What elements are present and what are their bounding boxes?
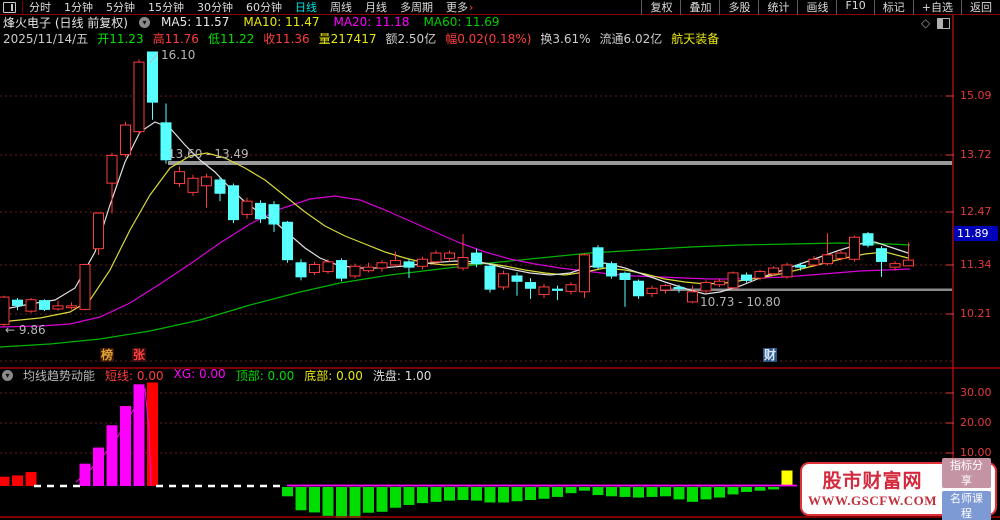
watermark-ad[interactable]: 股市财富网 WWW.GSCFW.COM 指标分享 名师课程 [800, 462, 997, 516]
nav-button-多股[interactable]: 多股 [719, 0, 758, 15]
tab-30分钟[interactable]: 30分钟 [197, 0, 233, 15]
trading-app-window: 分时1分钟5分钟15分钟30分钟60分钟日线周线月线多周期更多› 复权叠加多股统… [0, 0, 1000, 520]
candlesticks [0, 52, 914, 327]
event-marker[interactable]: 财 [763, 348, 777, 362]
quote-field: 换3.61% [540, 30, 590, 44]
indicator-name[interactable]: 均线趋势动能 [23, 367, 95, 384]
nav-button-统计[interactable]: 统计 [758, 0, 797, 15]
event-marker[interactable]: 张 [132, 348, 146, 362]
tab-15分钟[interactable]: 15分钟 [148, 0, 184, 15]
ma-line-ma5 [0, 122, 908, 310]
quote-field: 2025/11/14/五 [3, 30, 88, 44]
watermark-badges: 指标分享 名师课程 [942, 458, 991, 520]
watermark-text: 股市财富网 WWW.GSCFW.COM [808, 470, 937, 509]
quote-field: 幅0.02(0.18%) [445, 30, 531, 44]
indicator-value-label: 短线: 0.00 [105, 367, 164, 384]
quote-field: 收11.36 [263, 30, 309, 44]
stock-title: 烽火电子 (日线 前复权) [3, 14, 128, 31]
quote-field: 高11.76 [153, 30, 199, 44]
event-marker[interactable]: 榜 [100, 348, 114, 362]
ma-label: MA20: 11.18 [333, 15, 409, 29]
quote-field: 额2.50亿 [385, 30, 436, 44]
tab-多周期[interactable]: 多周期 [400, 0, 433, 15]
indicator-value-label: 洗盘: 1.00 [373, 367, 432, 384]
indicator-header: ▾ 均线趋势动能 短线: 0.00 XG: 0.00 顶部: 0.00 底部: 0.0… [2, 369, 431, 382]
nav-button-标记[interactable]: 标记 [874, 0, 913, 15]
resistance-band [168, 161, 952, 165]
quote-field: 流通6.02亿 [600, 30, 663, 44]
chart-annotation: 10.73 - 10.80 [700, 295, 781, 309]
current-price-badge: 11.89 [954, 226, 998, 241]
indicator-histogram [0, 382, 793, 518]
price-axis-label: 12.47 [960, 205, 992, 218]
ma-legend: MA5: 11.57 MA10: 11.47 MA20: 11.18 MA60: 11… [161, 15, 500, 29]
more-arrow-icon: › [469, 1, 473, 14]
nav-button-+自选[interactable]: +自选 [913, 0, 961, 15]
price-axis-label: 13.72 [960, 148, 992, 161]
ma-label: MA60: 11.69 [424, 15, 500, 29]
tab-周线[interactable]: 周线 [330, 0, 352, 15]
price-axis-label: 15.09 [960, 89, 992, 102]
price-axis-label: 11.34 [960, 258, 992, 271]
screen-layout-icon[interactable] [3, 2, 16, 13]
tab-60分钟[interactable]: 60分钟 [246, 0, 282, 15]
indicator-values: 短线: 0.00 XG: 0.00 顶部: 0.00 底部: 0.00 洗盘: 1.00 [105, 367, 431, 384]
nav-button-复权[interactable]: 复权 [641, 0, 680, 15]
indicator-value-label: 顶部: 0.00 [236, 367, 295, 384]
quote-field: 航天装备 [671, 30, 719, 44]
ma-label: MA10: 11.47 [243, 15, 319, 29]
quote-info-row: 2025/11/14/五开11.23 高11.76 低11.22 收11.36 量217… [3, 30, 719, 44]
tab-日线[interactable]: 日线 [295, 0, 317, 15]
quote-field: 低11.22 [208, 30, 254, 44]
watermark-url: WWW.GSCFW.COM [808, 493, 937, 509]
split-window-icon[interactable] [937, 18, 950, 29]
quote-field: 量217417 [319, 30, 377, 44]
watermark-title: 股市财富网 [808, 470, 937, 493]
price-axis-label: 20.00 [960, 416, 992, 429]
price-axis-label: 30.00 [960, 386, 992, 399]
watermark-badge-teacher-course: 名师课程 [942, 491, 991, 520]
toolbar-divider [22, 1, 23, 14]
quote-field: 开11.23 [97, 30, 143, 44]
price-axis-label: 10.21 [960, 307, 992, 320]
ma-label: MA5: 11.57 [161, 15, 229, 29]
indicator-collapse-icon[interactable]: ▾ [2, 370, 13, 381]
chart-annotation: 16.10 [161, 48, 195, 62]
indicator-value-label: 底部: 0.00 [304, 367, 363, 384]
tab-月线[interactable]: 月线 [365, 0, 387, 15]
nav-button-F10[interactable]: F10 [836, 0, 873, 15]
chart-annotation: ← 9.86 [5, 323, 46, 337]
indicator-value-label: XG: 0.00 [174, 367, 226, 384]
tab-更多[interactable]: 更多› [446, 0, 473, 15]
chart-title-row: 烽火电子 (日线 前复权) ▾ MA5: 11.57 MA10: 11.47 MA2… [3, 15, 500, 29]
stock-dropdown-icon[interactable]: ▾ [139, 17, 150, 28]
diamond-icon[interactable]: ◇ [921, 17, 930, 29]
watermark-badge-indicator-share: 指标分享 [942, 458, 991, 488]
toolbar-buttons: 复权叠加多股统计画线F10标记+自选返回 [641, 0, 1000, 15]
nav-button-画线[interactable]: 画线 [797, 0, 836, 15]
nav-button-叠加[interactable]: 叠加 [680, 0, 719, 15]
chart-annotation: 13.60 - 13.49 [168, 147, 249, 161]
nav-button-返回[interactable]: 返回 [961, 0, 1000, 15]
period-toolbar: 分时1分钟5分钟15分钟30分钟60分钟日线周线月线多周期更多› 复权叠加多股统… [0, 0, 1000, 15]
chart-canvas[interactable] [0, 0, 1000, 520]
chart-corner-icons: ◇ [921, 17, 950, 29]
